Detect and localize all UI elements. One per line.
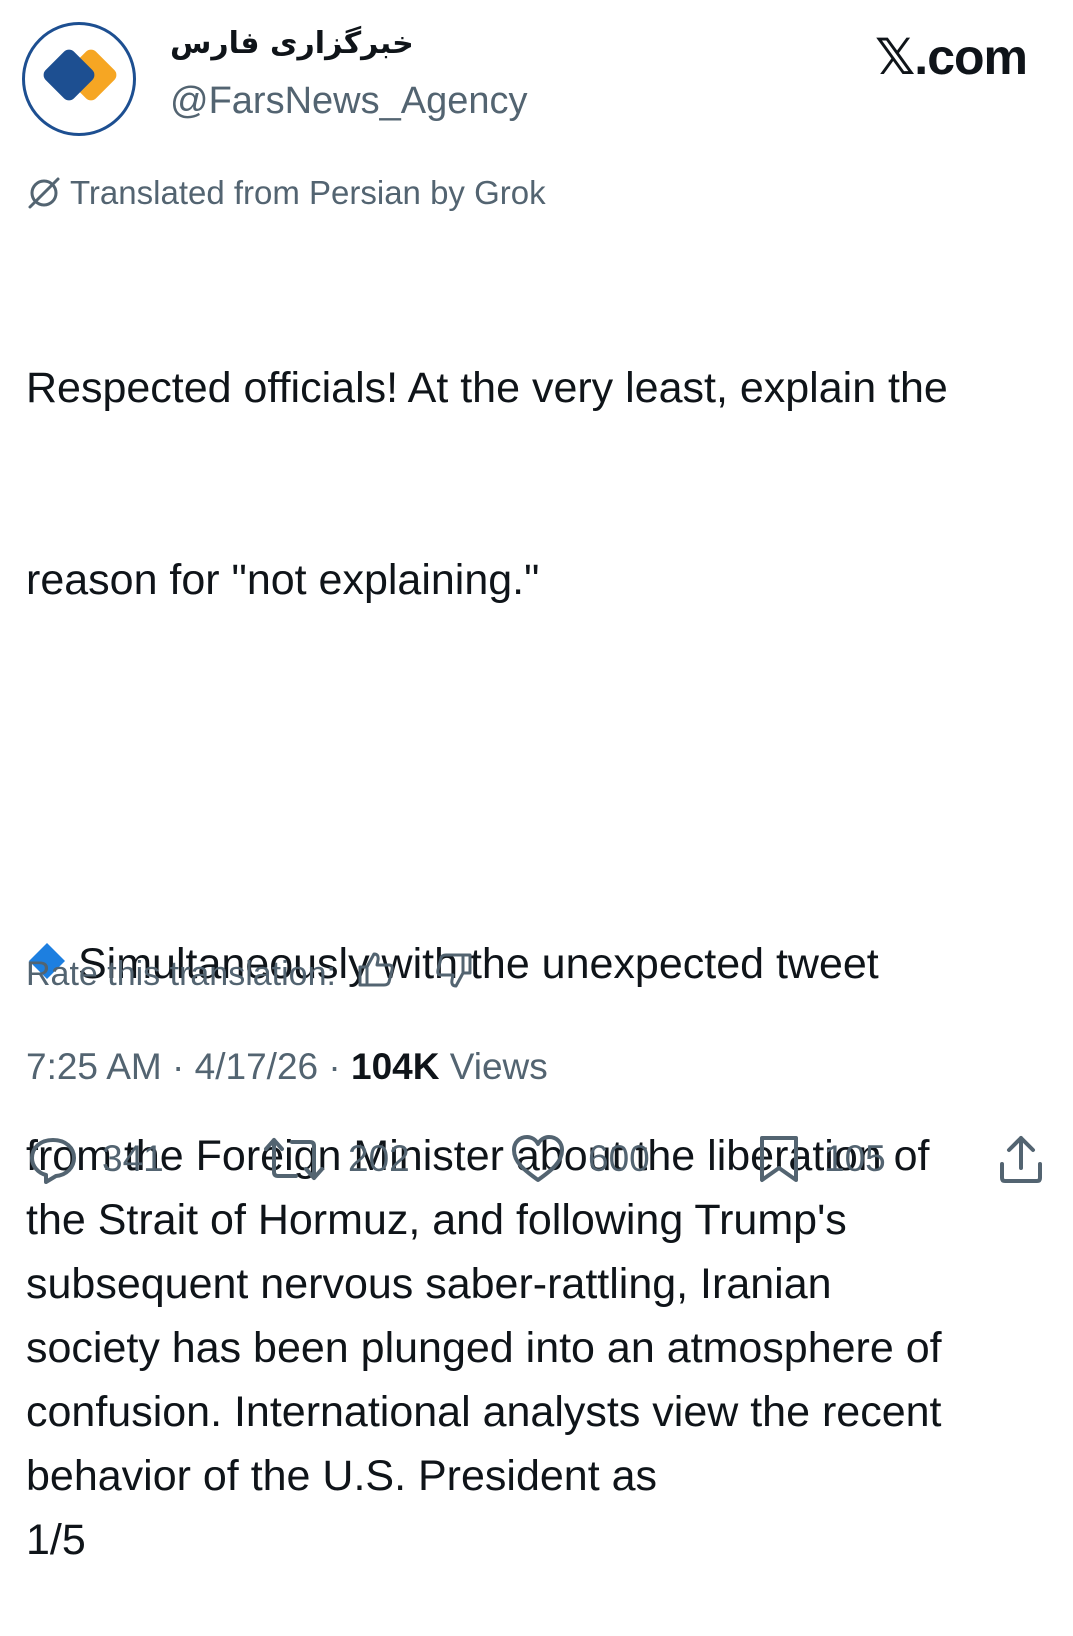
reply-count: 341 — [102, 1138, 164, 1179]
like-count: 600 — [588, 1138, 650, 1179]
grok-icon — [24, 176, 64, 210]
tweet-date[interactable]: 4/17/26 — [195, 1046, 318, 1087]
share-button[interactable] — [996, 1132, 1046, 1186]
meta-separator: · — [172, 1046, 185, 1087]
user-handle[interactable]: @FarsNews_Agency — [170, 80, 527, 123]
rate-translation-label: Rate this translation: — [26, 955, 336, 993]
fars-news-logo-icon — [43, 49, 117, 101]
tweet-line: reason for "not explaining." — [26, 556, 540, 604]
x-brand-logo: 𝕏.com — [875, 29, 1028, 85]
repost-icon — [264, 1138, 324, 1180]
reply-button[interactable]: 341 — [26, 1132, 164, 1186]
bookmark-icon — [760, 1136, 798, 1182]
thumbs-down-icon[interactable] — [434, 950, 474, 999]
repost-button[interactable]: 202 — [262, 1132, 410, 1186]
heart-icon — [512, 1135, 564, 1182]
repost-count: 202 — [348, 1138, 410, 1179]
reply-icon — [30, 1138, 76, 1184]
bookmark-count: 105 — [824, 1138, 886, 1179]
translation-note[interactable]: Translated from Persian by Grok — [24, 174, 546, 212]
share-icon — [1000, 1136, 1042, 1183]
tweet-meta: 7:25 AM · 4/17/26 · 104K Views — [26, 1046, 548, 1088]
tweet-time[interactable]: 7:25 AM — [26, 1046, 162, 1087]
tweet-line: Respected officials! At the very least, … — [26, 364, 948, 412]
bookmark-button[interactable]: 105 — [756, 1132, 886, 1186]
display-name[interactable]: خبرگزاری فارس — [170, 26, 414, 61]
meta-separator: · — [328, 1046, 341, 1087]
avatar[interactable] — [22, 22, 136, 136]
like-button[interactable]: 600 — [510, 1132, 650, 1186]
tweet-text: Respected officials! At the very least, … — [26, 228, 1056, 1636]
rate-translation-row: Rate this translation: — [26, 950, 474, 999]
translation-note-text: Translated from Persian by Grok — [70, 174, 546, 211]
views-count: 104K — [351, 1046, 440, 1087]
views-label: Views — [449, 1046, 548, 1087]
thumbs-up-icon[interactable] — [356, 950, 396, 999]
tweet-actions: 341 202 600 105 — [0, 1132, 1073, 1192]
